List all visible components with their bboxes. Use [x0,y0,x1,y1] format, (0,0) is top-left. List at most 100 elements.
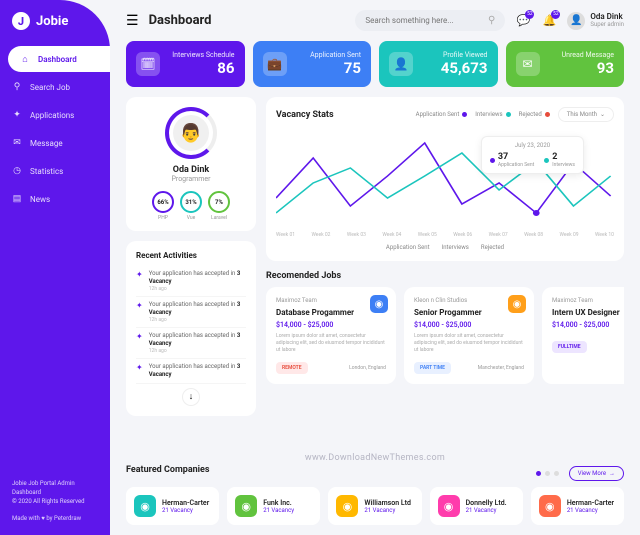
company-logo-icon: ◉ [539,495,561,517]
period-dropdown[interactable]: This Month⌄ [558,107,614,122]
legend-item[interactable]: Rejected [481,244,504,251]
sidebar-item-news[interactable]: ▤ News [0,186,110,212]
search-icon[interactable]: ⚲ [488,15,495,26]
footer-line: © 2020 All Rights Reserved [12,497,98,506]
stat-card[interactable]: 🗓 Interviews Schedule86 [126,41,245,87]
company-vacancy: 21 Vacancy [567,507,614,514]
nav-icon: ◷ [12,166,22,176]
stat-card[interactable]: 💼Application Sent75 [253,41,372,87]
company-logo-icon: ◉ [438,495,460,517]
sidebar-item-statistics[interactable]: ◷Statistics [0,158,110,184]
nav-label: News [30,195,50,204]
nav-label: Search Job [30,83,70,92]
company-vacancy: 21 Vacancy [162,507,209,514]
legend-item[interactable]: Application Sent [416,111,468,118]
company-name: Williamson Ltd [364,499,411,507]
legend-item[interactable]: Interviews [442,244,469,251]
job-card[interactable]: ◉Kleon n Clin StudiosSenior Progammer$14… [404,287,534,384]
nav: ⌂Dashboard ⚲ Search Job ✦ Applications ✉Messa… [0,46,110,212]
nav-icon: ⚲ [12,82,22,92]
view-more-button[interactable]: View More→ [569,466,624,481]
job-salary: $14,000 - $25,000 [276,321,386,329]
stat-card[interactable]: ✉Unread Message93 [506,41,625,87]
profile-card: 👨 Oda Dink Programmer 66%PHP31%Vue7%Lara… [126,97,256,231]
chat-icon[interactable]: 💬52 [515,13,531,29]
sidebar-item-applications[interactable]: ✦ Applications [0,102,110,128]
company-vacancy: 21 Vacancy [364,507,411,514]
bell-icon[interactable]: 🔔52 [541,13,557,29]
company-card[interactable]: ◉Herman-Carter21 Vacancy [126,487,219,525]
nav-icon: ▤ [12,194,22,204]
stat-value: 45,673 [441,59,488,77]
job-tag: PART TIME [414,362,451,374]
sidebar-item-dashboard[interactable]: ⌂Dashboard [8,46,110,72]
activity-item[interactable]: ✦Your application has accepted in 3 Vaca… [136,328,246,359]
legend-item[interactable]: Application Sent [386,244,430,251]
x-tick: Week 08 [524,232,543,238]
companies-title: Featured Companies [126,465,210,475]
x-tick: Week 01 [276,232,295,238]
nav-label: Applications [30,111,74,120]
load-more-button[interactable]: ↓ [182,388,200,406]
sidebar-item-message[interactable]: ✉Message [0,130,110,156]
skill-ring: 7%Laravel [208,191,230,221]
legend-item[interactable]: Interviews [475,111,510,118]
sidebar-item-search-job[interactable]: ⚲ Search Job [0,74,110,100]
puzzle-icon: ✦ [136,332,143,354]
topbar: ☰ Dashboard ⚲ 💬52 🔔52 👤 Oda Dink Super a… [110,0,640,41]
jobs-title: Recomended Jobs [266,271,624,281]
page-title: Dashboard [149,13,212,28]
nav-icon: ✦ [12,110,22,120]
x-tick: Week 10 [595,232,614,238]
company-card[interactable]: ◉Funk Inc.21 Vacancy [227,487,320,525]
watermark: www.DownloadNewThemes.com [305,453,445,463]
stat-label: Profile Viewed [443,51,488,59]
puzzle-icon: ✦ [136,301,143,323]
companies-section: www.DownloadNewThemes.com Featured Compa… [110,465,640,535]
skill-ring: 31%Vue [180,191,202,221]
job-salary: $14,000 - $25,000 [414,321,524,329]
stat-value: 86 [217,59,234,77]
puzzle-icon: ✦ [136,270,143,292]
legend-item[interactable]: Rejected [519,111,550,118]
job-card[interactable]: ◉Maximoz TeamIntern UX Designer$14,000 -… [542,287,624,384]
arrow-right-icon: → [609,470,615,477]
company-name: Funk Inc. [263,499,294,507]
company-card[interactable]: ◉Herman-Carter21 Vacancy [531,487,624,525]
search-input[interactable] [365,16,488,25]
pager[interactable] [536,471,559,476]
stat-cards: 🗓 Interviews Schedule86 💼Application Sent7… [110,41,640,87]
nav-icon: ✉ [12,138,22,148]
main: ☰ Dashboard ⚲ 💬52 🔔52 👤 Oda Dink Super a… [110,0,640,535]
company-icon: ◉ [508,295,526,313]
stat-icon: 🗓 [136,52,160,76]
company-logo-icon: ◉ [134,495,156,517]
x-tick: Week 03 [347,232,366,238]
company-card[interactable]: ◉Donnelly Ltd.21 Vacancy [430,487,523,525]
logo[interactable]: J Jobie [0,12,110,46]
activity-item[interactable]: ✦Your application has accepted in 3 Vaca… [136,359,246,384]
search-box[interactable]: ⚲ [355,10,505,31]
stat-label: Interviews Schedule [172,51,234,59]
job-tag: FULLTIME [552,341,587,353]
company-logo-icon: ◉ [235,495,257,517]
brand-name: Jobie [36,14,68,29]
activity-item[interactable]: ✦Your application has accepted in 3 Vaca… [136,266,246,297]
user-menu[interactable]: 👤 Oda Dink Super admin [567,12,624,30]
x-tick: Week 07 [489,232,508,238]
x-tick: Week 06 [453,232,472,238]
stat-icon: ✉ [516,52,540,76]
x-tick: Week 02 [311,232,330,238]
activities-card: Recent Activities ✦Your application has … [126,241,256,416]
activity-item[interactable]: ✦Your application has accepted in 3 Vaca… [136,297,246,328]
x-tick: Week 05 [418,232,437,238]
stat-label: Application Sent [310,51,361,59]
menu-icon[interactable]: ☰ [126,13,139,29]
chart-area[interactable]: July 23, 2020 37Application Sent 2Interv… [276,128,614,228]
stat-card[interactable]: 👤Profile Viewed45,673 [379,41,498,87]
nav-icon: ⌂ [20,54,30,64]
job-card[interactable]: ◉Maximoz TeamDatabase Progammer$14,000 -… [266,287,396,384]
job-tag: REMOTE [276,362,308,374]
sidebar-footer: Jobie Job Portal Admin Dashboard © 2020 … [0,479,110,523]
company-card[interactable]: ◉Williamson Ltd21 Vacancy [328,487,421,525]
